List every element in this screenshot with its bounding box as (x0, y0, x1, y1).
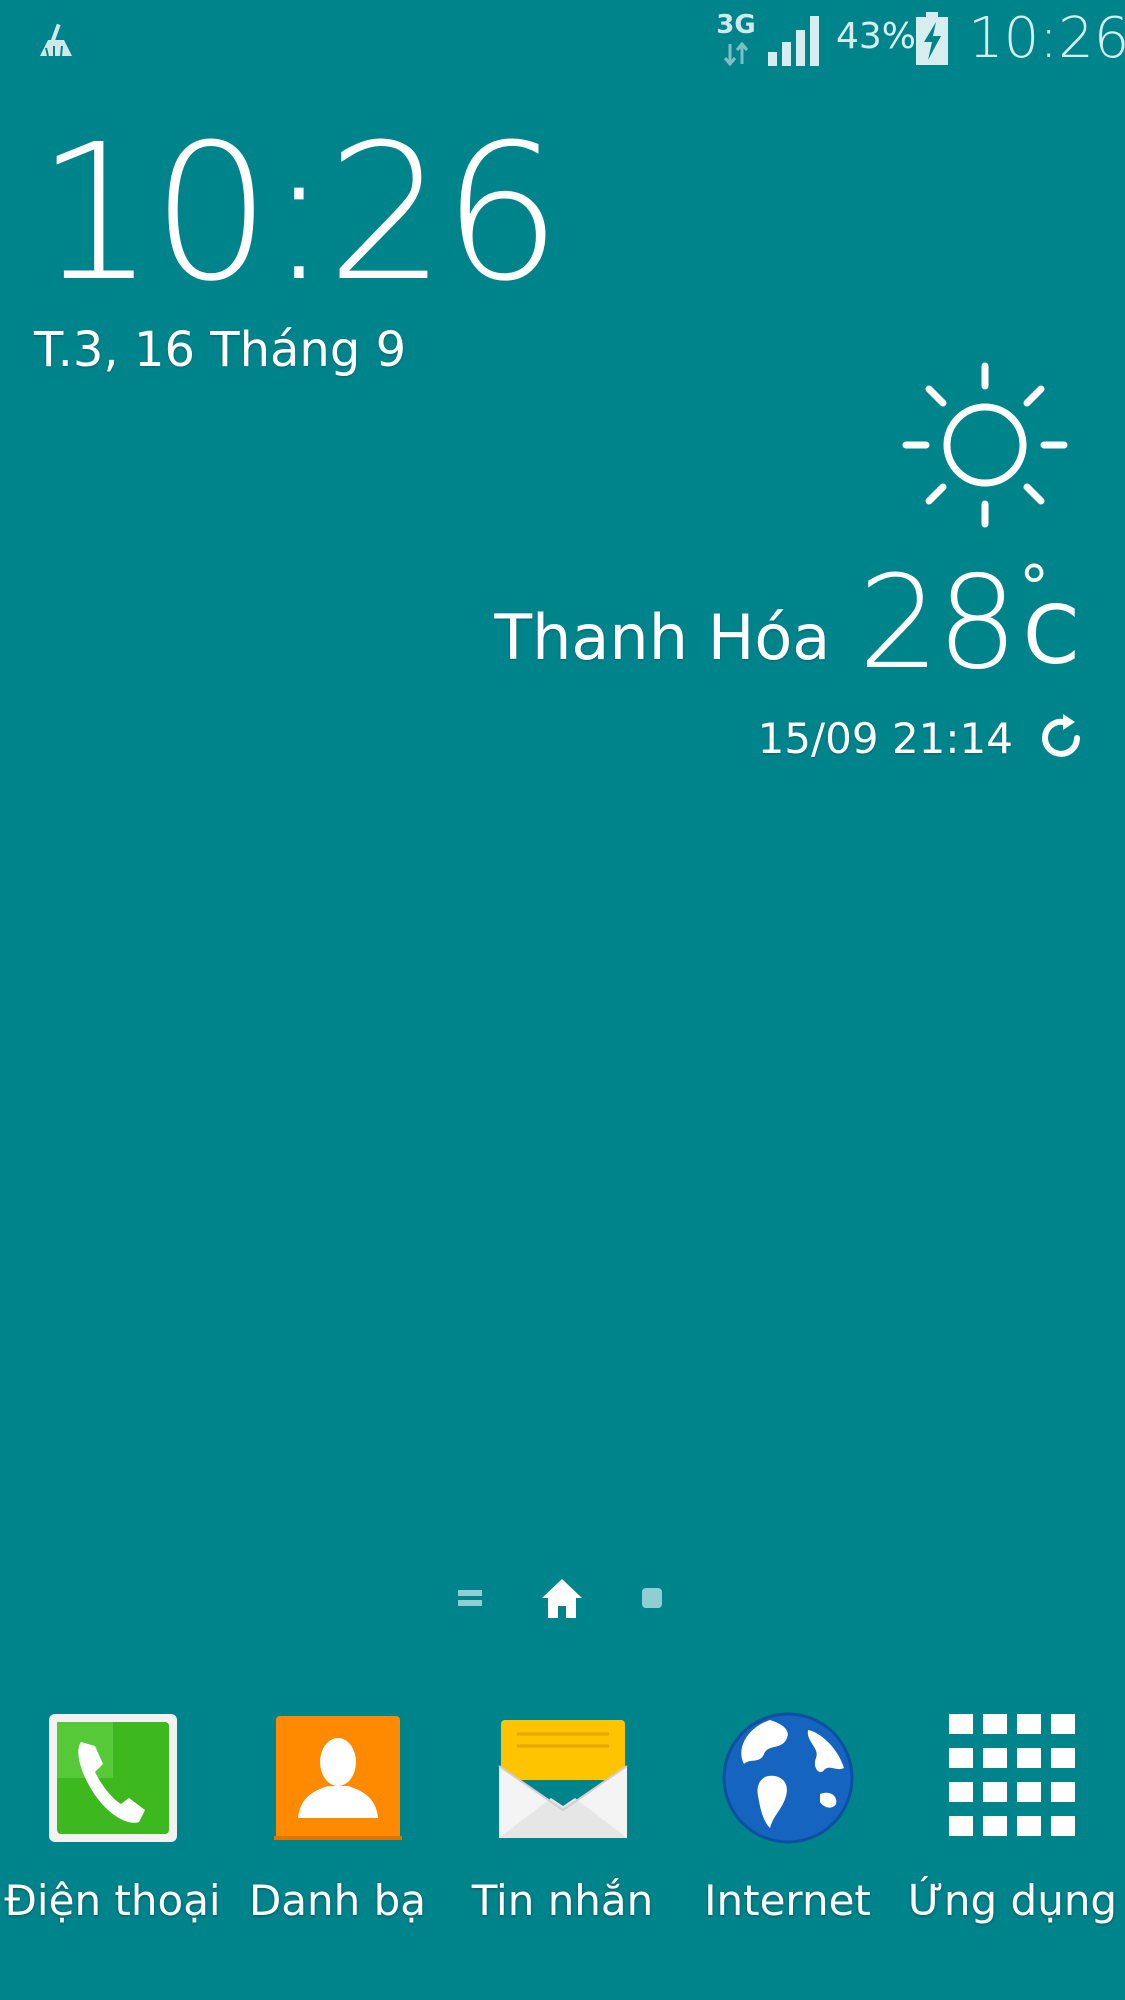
phone-icon (48, 1714, 177, 1842)
weather-temperature: 28 (858, 549, 1018, 698)
app-drawer-icon (948, 1714, 1075, 1836)
messages-icon (497, 1720, 628, 1838)
dock: Điện thoại Danh bạ Tin nhắn Internet Ứng… (0, 1710, 1125, 1970)
dock-item-apps[interactable]: Ứng dụng (900, 1710, 1125, 1925)
data-arrows-icon (723, 42, 749, 66)
signal-strength-icon (768, 16, 819, 66)
dock-item-contacts[interactable]: Danh bạ (225, 1710, 450, 1925)
status-bar[interactable]: 3G 43% 10:26 (0, 0, 1125, 80)
menu-page-icon[interactable] (458, 1588, 482, 1608)
sun-icon[interactable] (900, 360, 1070, 530)
network-type-label: 3G (716, 10, 756, 40)
dock-label-apps: Ứng dụng (907, 1876, 1118, 1925)
page-indicator[interactable] (450, 1572, 680, 1624)
battery-percent: 43% (836, 16, 917, 57)
dock-item-internet[interactable]: Internet (675, 1710, 900, 1925)
clock-widget[interactable]: 10:26 T.3, 16 Tháng 9 (34, 120, 562, 379)
dock-label-internet: Internet (704, 1876, 871, 1925)
clean-master-icon (40, 23, 72, 57)
dock-label-messages: Tin nhắn (471, 1876, 654, 1925)
weather-unit: ° C (1019, 553, 1079, 682)
page-dot-icon[interactable] (642, 1588, 662, 1608)
weather-city: Thanh Hóa (494, 601, 831, 674)
data-3g-icon: 3G (712, 10, 760, 70)
weather-update-time: 15/09 21:14 (757, 713, 1013, 763)
weather-summary[interactable]: Thanh Hóa 28 ° C (494, 549, 1079, 698)
clock-time[interactable]: 10:26 (36, 120, 562, 308)
dock-label-phone: Điện thoại (4, 1876, 221, 1925)
dock-item-phone[interactable]: Điện thoại (0, 1710, 225, 1925)
degree-symbol: ° (1019, 553, 1050, 623)
internet-globe-icon (722, 1712, 853, 1844)
dock-item-messages[interactable]: Tin nhắn (450, 1710, 675, 1925)
battery-charging-icon (916, 12, 948, 65)
home-page-icon[interactable] (540, 1576, 584, 1620)
weather-update-row: 15/09 21:14 (758, 710, 1089, 766)
clock-date[interactable]: T.3, 16 Tháng 9 (34, 322, 558, 378)
status-time: 10:26 (968, 6, 1125, 71)
refresh-icon[interactable] (1033, 710, 1089, 766)
dock-label-contacts: Danh bạ (248, 1876, 427, 1925)
contacts-icon (273, 1716, 402, 1840)
